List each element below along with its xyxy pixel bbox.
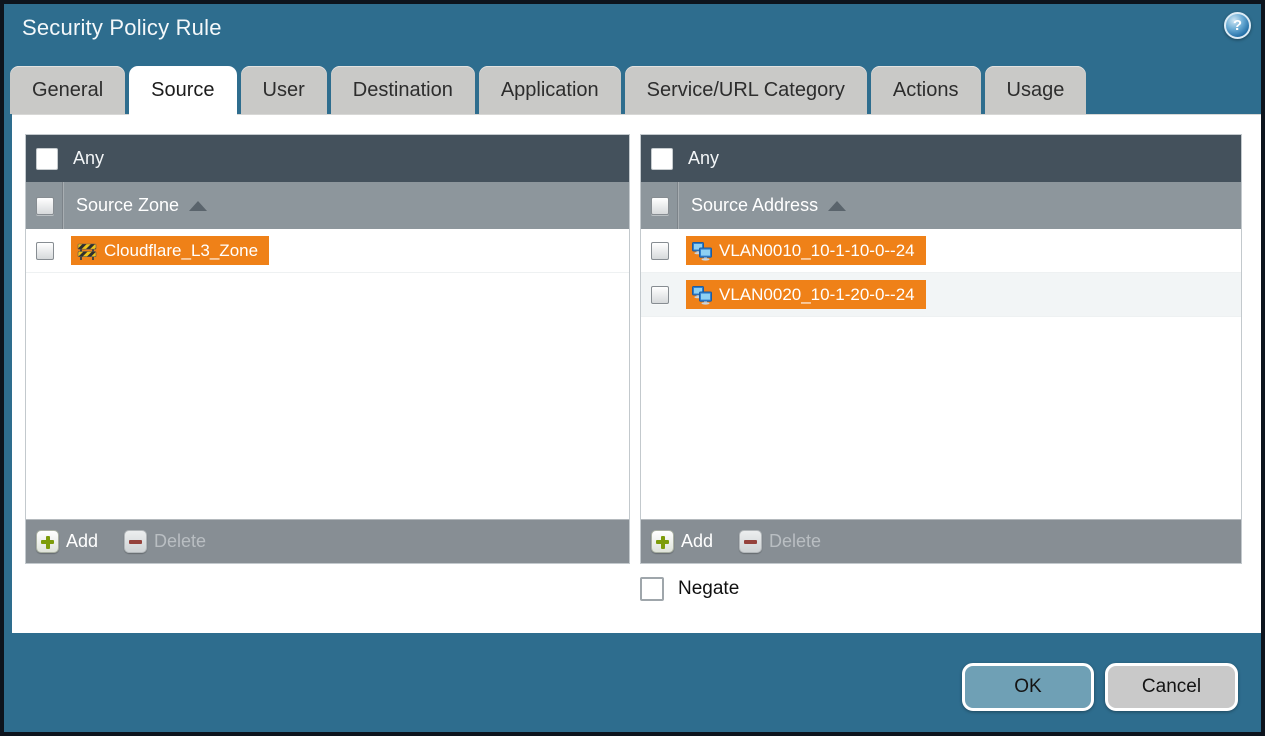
source-address-column-header: Source Address [641,182,1241,229]
tab-usage[interactable]: Usage [984,66,1087,114]
source-address-select-all-checkbox[interactable] [650,196,669,215]
tab-destination[interactable]: Destination [330,66,475,114]
row-checkbox[interactable] [651,285,669,304]
negate-label: Negate [678,578,740,599]
sort-ascending-icon[interactable] [828,200,847,211]
address-name: VLAN0020_10-1-20-0--24 [719,284,915,304]
plus-icon [651,530,674,553]
source-zone-list: Cloudflare_L3_Zone [26,229,629,519]
add-button[interactable]: Add [36,530,98,553]
tab-general[interactable]: General [10,66,126,114]
minus-icon [739,530,763,553]
source-zone-column-label[interactable]: Source Zone [76,195,179,216]
help-icon[interactable]: ? [1224,12,1251,39]
table-row: VLAN0020_10-1-20-0--24 [641,273,1241,317]
source-address-any-label: Any [688,148,720,168]
source-address-any-row: Any [641,135,1241,182]
delete-button[interactable]: Delete [124,530,206,553]
source-address-list: VLAN0010_10-1-10-0--24 VLAN0020_10-1-20-… [641,229,1241,519]
negate-row: Negate [640,577,739,601]
zone-name: Cloudflare_L3_Zone [104,240,259,260]
row-checkbox[interactable] [651,241,669,260]
negate-checkbox[interactable] [640,577,664,601]
dialog-title: Security Policy Rule [22,15,222,40]
cancel-button[interactable]: Cancel [1105,663,1238,711]
tab-source[interactable]: Source [129,66,237,116]
zone-chip[interactable]: Cloudflare_L3_Zone [71,236,270,265]
table-row: Cloudflare_L3_Zone [26,229,629,273]
tab-bar: General Source User Destination Applicat… [10,66,1087,116]
delete-button[interactable]: Delete [739,530,821,553]
source-tab-content: Any Source Zone Cloudflare_L3_Zone Add D… [12,114,1261,633]
source-zone-select-all-checkbox[interactable] [35,196,54,215]
source-address-column-label[interactable]: Source Address [691,195,818,216]
plus-icon [36,530,59,553]
tab-service-url-category[interactable]: Service/URL Category [624,66,867,114]
source-zone-toolbar: Add Delete [26,519,629,563]
network-icon [692,241,712,261]
add-button[interactable]: Add [651,530,713,553]
sort-ascending-icon[interactable] [189,200,208,211]
source-zone-any-label: Any [73,148,105,168]
source-address-toolbar: Add Delete [641,519,1241,563]
address-chip[interactable]: VLAN0010_10-1-10-0--24 [686,236,926,265]
source-zone-column-header: Source Zone [26,182,629,229]
network-icon [692,285,712,305]
tab-application[interactable]: Application [478,66,621,114]
zone-icon [77,243,97,260]
source-zone-any-checkbox[interactable] [36,147,58,170]
tab-user[interactable]: User [240,66,327,114]
row-checkbox[interactable] [36,241,54,260]
table-row: VLAN0010_10-1-10-0--24 [641,229,1241,273]
tab-actions[interactable]: Actions [870,66,981,114]
source-zone-panel: Any Source Zone Cloudflare_L3_Zone Add D… [25,134,630,564]
minus-icon [124,530,148,553]
ok-button[interactable]: OK [962,663,1094,711]
source-zone-any-row: Any [26,135,629,182]
address-chip[interactable]: VLAN0020_10-1-20-0--24 [686,280,926,309]
address-name: VLAN0010_10-1-10-0--24 [719,240,915,260]
security-policy-rule-dialog: Security Policy Rule ? General Source Us… [0,0,1265,736]
source-address-any-checkbox[interactable] [651,147,673,170]
source-address-panel: Any Source Address VLAN0010_10-1-10-0--2… [640,134,1242,564]
